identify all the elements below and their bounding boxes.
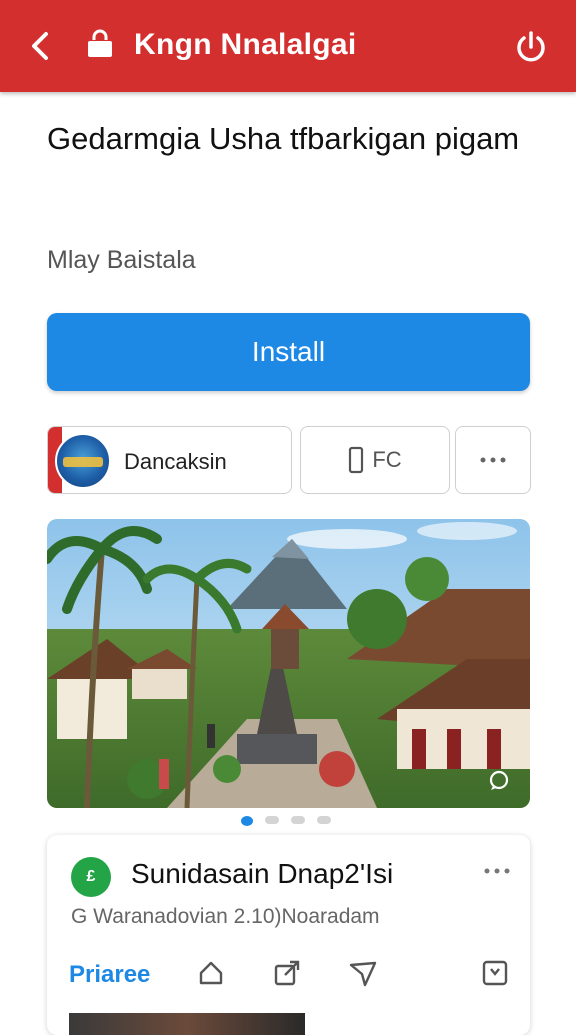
carousel-dot-active[interactable]	[241, 816, 253, 826]
shopping-bag-icon	[86, 28, 114, 60]
app-title: Gedarmgia Usha tfbarkigan pigam	[47, 121, 520, 156]
carousel-dot[interactable]	[291, 816, 305, 824]
share-icon[interactable]	[271, 957, 303, 989]
app-bar-title: Kngn Nnalalgai	[134, 28, 357, 61]
power-icon[interactable]	[512, 28, 550, 66]
home-icon[interactable]	[195, 957, 227, 989]
brand-chip-label: Dancaksin	[124, 449, 227, 474]
developer-name[interactable]: Mlay Baistala	[47, 246, 196, 275]
card-thumbnail[interactable]	[69, 1013, 305, 1035]
card-title: Sunidasain Dnap2'Isi	[131, 858, 394, 889]
screenshot-image[interactable]	[47, 519, 530, 808]
avatar: £	[71, 857, 111, 897]
card-meta: G Waranadovian 2.10)Noaradam	[71, 905, 380, 928]
more-chip[interactable]	[455, 426, 531, 494]
device-chip[interactable]: FC	[300, 426, 450, 494]
back-arrow-icon[interactable]	[24, 28, 56, 64]
app-bar: Kngn Nnalalgai	[0, 0, 576, 92]
brand-chip[interactable]: Dancaksin	[47, 426, 292, 494]
device-chip-label: FC	[372, 447, 402, 472]
more-options-icon[interactable]	[481, 861, 513, 881]
more-horizontal-icon	[480, 457, 506, 463]
phone-icon	[349, 446, 364, 474]
send-icon[interactable]	[347, 957, 379, 989]
carousel-dot[interactable]	[317, 816, 331, 824]
card-actions: Priaree	[69, 955, 509, 995]
bookmark-chat-icon[interactable]	[479, 957, 511, 989]
carousel-indicator	[241, 816, 331, 826]
install-button[interactable]: Install	[47, 313, 530, 391]
brand-logo	[55, 433, 111, 489]
price-link[interactable]: Priaree	[69, 961, 150, 989]
carousel-dot[interactable]	[265, 816, 279, 824]
review-card: £ Sunidasain Dnap2'Isi G Waranadovian 2.…	[47, 835, 530, 1035]
chat-bubble-icon[interactable]	[487, 769, 511, 793]
